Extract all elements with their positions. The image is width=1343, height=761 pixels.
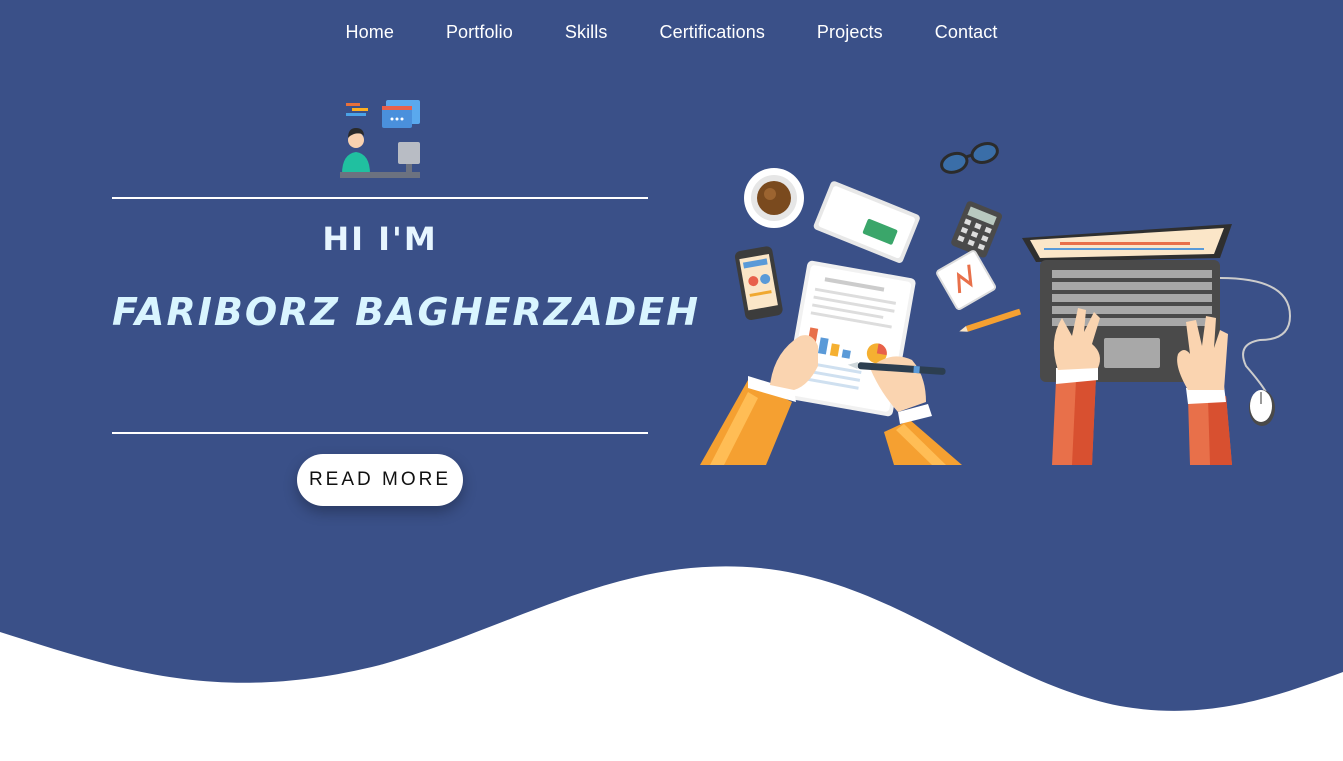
pencil-icon [959, 308, 1022, 332]
sticky-note-icon [936, 250, 997, 311]
nav-link-portfolio[interactable]: Portfolio [420, 18, 539, 47]
nav-link-certifications[interactable]: Certifications [633, 18, 790, 47]
workspace-desk-illustration [700, 142, 1292, 465]
greeting-heading: HI I'M [322, 220, 438, 258]
coffee-cup-icon [744, 168, 804, 228]
read-more-button[interactable]: READ MORE [297, 454, 463, 506]
notepad-icon [813, 181, 920, 263]
divider-top [112, 197, 648, 199]
calculator-icon [951, 201, 1003, 258]
developer-at-desk-icon [340, 100, 420, 178]
glasses-icon [940, 142, 999, 174]
main-nav: Home Portfolio Skills Certifications Pro… [0, 18, 1343, 47]
mouse-icon [1219, 277, 1292, 426]
divider-bottom [112, 432, 648, 434]
nav-link-skills[interactable]: Skills [539, 18, 634, 47]
name-heading: FARIBORZ BAGHERZADEH [112, 290, 701, 334]
nav-link-projects[interactable]: Projects [791, 18, 909, 47]
nav-link-contact[interactable]: Contact [909, 18, 1024, 47]
smartphone-icon [734, 246, 783, 320]
nav-link-home[interactable]: Home [320, 18, 420, 47]
